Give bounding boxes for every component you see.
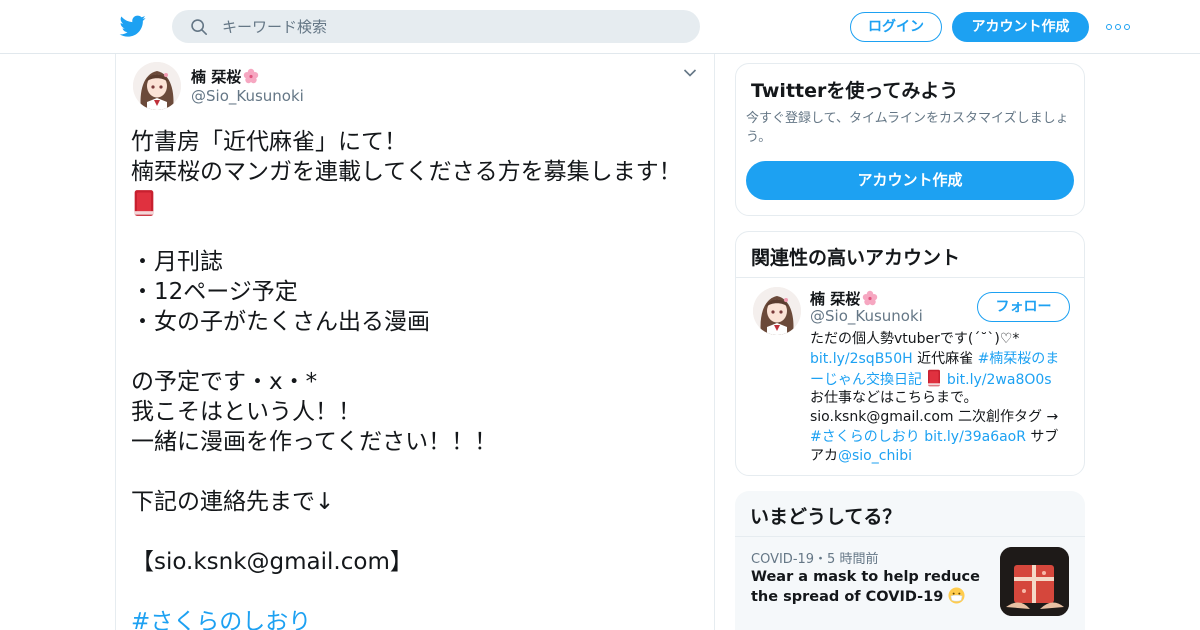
related-accounts-card: 関連性の高いアカウント 楠 栞桜 @Sio_Kusunoki フォロー ただの個… — [735, 231, 1085, 476]
hashtag-link[interactable]: #さくらのしおり — [131, 607, 711, 630]
signup-button[interactable]: アカウント作成 — [952, 12, 1089, 42]
author-name[interactable]: 楠 栞桜 — [191, 66, 259, 87]
bio-mention[interactable]: @sio_chibi — [838, 448, 912, 464]
tweet-line — [131, 577, 711, 607]
related-accounts-title: 関連性の高いアカウント — [751, 247, 961, 269]
tweet-line: 【sio.ksnk@gmail.com】 — [131, 549, 413, 575]
tweet-column: 楠 栞桜 @Sio_Kusunoki 竹書房「近代麻雀」にて！ 楠栞桜のマンガを… — [115, 54, 715, 630]
top-navigation-bar: ログイン アカウント作成 — [0, 0, 1200, 54]
login-button[interactable]: ログイン — [850, 12, 942, 42]
search-input[interactable] — [222, 10, 682, 43]
bio-line: ただの個人勢vtuberです(´˘`)♡* — [810, 331, 1020, 347]
tweet-line: 我こそはという人！！ — [131, 399, 361, 425]
tweet-text: 竹書房「近代麻雀」にて！ 楠栞桜のマンガを連載してくださる方を募集します！ ・月… — [131, 127, 711, 630]
tweet-line: ・女の子がたくさん出る漫画 — [131, 309, 430, 335]
tweet-line: 竹書房「近代麻雀」にて！ — [131, 129, 407, 155]
bio-line: お仕事などはこちらまで。 — [810, 389, 978, 406]
trend-meta: COVID-19・5 時間前 — [751, 552, 879, 567]
related-account-bio: ただの個人勢vtuberです(´˘`)♡* bit.ly/2sqB50H 近代麻… — [810, 330, 1072, 467]
bio-hashtag[interactable]: #楠栞桜のま — [978, 351, 1060, 367]
display-name: 楠 栞桜 — [191, 68, 242, 86]
tweet-line — [131, 187, 711, 217]
bio-line: sio.ksnk@gmail.com 二次創作タグ → — [810, 409, 1059, 425]
search-icon — [191, 19, 208, 36]
bio-line: #さくらのしおり bit.ly/39a6aoR サブ — [810, 428, 1072, 448]
bio-line: bit.ly/2sqB50H 近代麻雀 #楠栞桜のま — [810, 350, 1072, 370]
create-account-button[interactable]: アカウント作成 — [746, 161, 1074, 200]
signup-card-title: Twitterを使ってみよう — [751, 80, 959, 102]
gift-box-image — [1000, 547, 1069, 616]
face-with-mask-icon — [948, 587, 965, 604]
bio-link[interactable]: bit.ly/2sqB50H — [810, 351, 913, 367]
chevron-down-icon[interactable] — [683, 68, 697, 78]
bio-hashtag[interactable]: #さくらのしおり — [810, 429, 920, 445]
bio-text: サブ — [1025, 428, 1059, 445]
more-options-icon[interactable] — [1106, 22, 1130, 32]
tweet-line: 一緒に漫画を作ってください！！！ — [131, 429, 498, 455]
divider — [735, 536, 1085, 537]
tweet-line: ・月刊誌 — [131, 249, 223, 275]
trend-headline[interactable]: Wear a mask to help reduce the spread of… — [751, 567, 981, 607]
tweet-line: 下記の連絡先まで↓ — [131, 489, 335, 515]
trend-thumbnail[interactable] — [1000, 547, 1069, 616]
avatar[interactable] — [753, 287, 801, 335]
display-name: 楠 栞桜 — [810, 290, 861, 308]
divider — [736, 277, 1084, 278]
tweet-line: 楠栞桜のマンガを連載してくださる方を募集します！ — [131, 159, 682, 185]
bio-line: ーじゃん交換日記 bit.ly/2wa8O0s — [810, 369, 1072, 389]
tweet-line — [131, 517, 711, 547]
signup-card: Twitterを使ってみよう 今すぐ登録して、タイムラインをカスタマイズしましょ… — [735, 63, 1085, 216]
trend-headline-text: Wear a mask to help reduce the spread of… — [751, 569, 980, 605]
tweet-line — [131, 337, 711, 367]
author-handle[interactable]: @Sio_Kusunoki — [191, 87, 304, 105]
bio-text: アカ — [810, 448, 838, 464]
avatar[interactable] — [133, 62, 181, 110]
twitter-bird-logo-icon[interactable] — [119, 13, 147, 39]
tweet-line: ・12ページ予定 — [131, 279, 298, 305]
tweet-line — [131, 457, 711, 487]
red-book-emoji-icon — [926, 369, 942, 387]
bio-hashtag[interactable]: ーじゃん交換日記 — [810, 372, 922, 388]
related-account-name[interactable]: 楠 栞桜 — [810, 288, 878, 309]
trends-title: いまどうしてる？ — [750, 506, 902, 528]
bio-link[interactable]: bit.ly/2wa8O0s — [947, 372, 1052, 388]
related-account-handle[interactable]: @Sio_Kusunoki — [810, 307, 923, 325]
tweet-line — [131, 217, 711, 247]
bio-line: アカ@sio_chibi — [810, 447, 1072, 467]
bio-link[interactable]: bit.ly/39a6aoR — [924, 429, 1026, 445]
search-bar[interactable] — [172, 10, 700, 43]
signup-description: 今すぐ登録して、タイムラインをカスタマイズしましょう。 — [746, 111, 1069, 145]
trends-card: いまどうしてる？ COVID-19・5 時間前 Wear a mask to h… — [735, 491, 1085, 630]
follow-button[interactable]: フォロー — [977, 292, 1070, 322]
tweet-line: の予定です・x・* — [131, 369, 318, 395]
red-book-emoji-icon — [131, 189, 157, 217]
cherry-blossom-icon — [862, 290, 878, 306]
bio-text: 近代麻雀 — [912, 350, 978, 367]
cherry-blossom-icon — [243, 68, 259, 84]
